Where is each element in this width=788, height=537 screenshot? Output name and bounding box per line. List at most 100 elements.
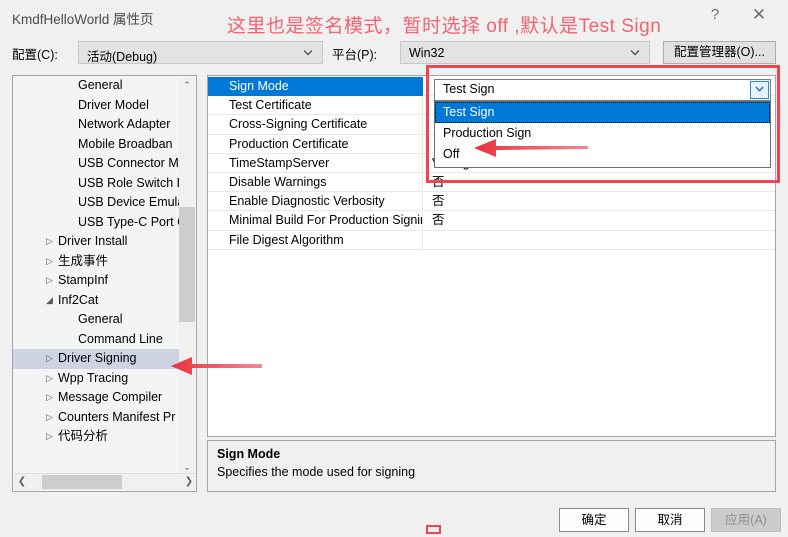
property-name[interactable]: Cross-Signing Certificate — [208, 115, 423, 135]
property-name[interactable]: Disable Warnings — [208, 173, 423, 193]
sidebar-item-生成事件[interactable]: ▷ 生成事件 — [13, 252, 181, 272]
sidebar-item-mobile-broadban[interactable]: Mobile Broadban — [13, 135, 181, 155]
configuration-dropdown[interactable]: 活动(Debug) — [78, 41, 323, 64]
sidebar-item-network-adapter[interactable]: Network Adapter — [13, 115, 181, 135]
ok-button[interactable]: 确定 — [559, 508, 629, 532]
property-value[interactable] — [424, 231, 775, 250]
property-value[interactable]: 否 — [424, 211, 775, 231]
annotation-marker-dot — [426, 525, 441, 534]
sidebar-item-label: USB Role Switch D — [78, 175, 181, 190]
sidebar-item-label: Network Adapter — [78, 117, 171, 131]
table-row[interactable]: File Digest Algorithm — [208, 230, 775, 250]
tree-horizontal-scrollbar[interactable]: ❮ ❯ — [14, 473, 196, 490]
sidebar-item-label: Command Line — [78, 331, 163, 346]
sidebar-item-stampinf[interactable]: ▷ StampInf — [13, 271, 181, 291]
collapse-arrow-icon[interactable]: ◢ — [44, 291, 55, 311]
sidebar-item-label: 生成事件 — [58, 253, 109, 268]
property-name[interactable]: Minimal Build For Production Signing — [208, 211, 423, 231]
configuration-value: 活动(Debug) — [87, 50, 158, 64]
sidebar-item-general[interactable]: General — [13, 76, 181, 96]
annotation-note: 这里也是签名模式，暂时选择 off ,默认是Test Sign — [227, 16, 662, 37]
sidebar-item-label: StampInf — [58, 273, 109, 287]
description-text: Specifies the mode used for signing — [217, 465, 416, 479]
window-title: KmdfHelloWorld 属性页 — [12, 12, 154, 27]
description-title: Sign Mode — [217, 447, 281, 461]
platform-dropdown[interactable]: Win32 — [400, 41, 650, 64]
expand-arrow-icon[interactable]: ▷ — [44, 427, 55, 447]
sidebar-item-label: Mobile Broadban — [78, 136, 173, 151]
configuration-bar: 配置(C): 活动(Debug) 平台(P): Win32 配置管理器(O)..… — [0, 33, 788, 69]
scroll-up-icon[interactable]: ⌃ — [179, 77, 195, 93]
expand-arrow-icon[interactable]: ▷ — [44, 369, 55, 389]
sidebar-item-driver-signing[interactable]: ▷ Driver Signing — [13, 349, 181, 369]
close-icon[interactable]: ✕ — [742, 0, 776, 30]
expand-arrow-icon[interactable]: ▷ — [44, 408, 55, 428]
table-row[interactable]: Enable Diagnostic Verbosity 否 — [208, 192, 775, 212]
chevron-down-icon[interactable] — [750, 81, 769, 99]
cancel-button[interactable]: 取消 — [635, 508, 705, 532]
property-name[interactable]: File Digest Algorithm — [208, 230, 423, 250]
sign-mode-value-dropdown[interactable]: Test Sign — [434, 79, 771, 101]
tree-vertical-scroll-thumb[interactable] — [179, 207, 195, 322]
platform-label: 平台(P): — [332, 48, 378, 62]
sign-mode-current-value: Test Sign — [443, 82, 495, 96]
sidebar-item-代码分析[interactable]: ▷ 代码分析 — [13, 427, 181, 447]
sidebar-item-usb-device-emula[interactable]: USB Device Emula — [13, 193, 181, 213]
sidebar-item-label: Driver Model — [78, 97, 149, 112]
sidebar-item-label: USB Type-C Port C — [78, 214, 181, 229]
sidebar-item-general[interactable]: General — [13, 310, 181, 330]
sidebar-item-label: General — [78, 312, 123, 326]
property-name[interactable]: TimeStampServer — [208, 153, 423, 173]
sidebar-item-driver-model[interactable]: Driver Model — [13, 96, 181, 116]
property-name[interactable]: Test Certificate — [208, 96, 423, 116]
table-row[interactable]: Minimal Build For Production Signing 否 — [208, 211, 775, 231]
sidebar-item-label: Driver Signing — [58, 351, 137, 365]
configuration-label: 配置(C): — [12, 48, 58, 62]
sidebar-item-driver-install[interactable]: ▷ Driver Install — [13, 232, 181, 252]
sidebar-item-label: USB Connector M — [78, 156, 179, 170]
sidebar-item-label: Message Compiler — [58, 390, 163, 404]
sidebar-item-label: General — [78, 78, 123, 92]
property-value[interactable]: 否 — [424, 192, 775, 212]
scroll-right-icon[interactable]: ❯ — [181, 474, 196, 490]
settings-tree-panel: General Driver Model Network Adapter Mobile… — [12, 75, 197, 492]
dropdown-option[interactable]: Test Sign — [435, 102, 770, 123]
help-icon[interactable]: ? — [698, 0, 732, 30]
expand-arrow-icon[interactable]: ▷ — [44, 252, 55, 272]
annotation-arrow-to-driver-signing — [171, 357, 262, 375]
settings-tree[interactable]: General Driver Model Network Adapter Mobile… — [13, 76, 181, 474]
sidebar-item-label: Counters Manifest Pr — [58, 409, 176, 424]
annotation-arrow-to-off-option — [474, 139, 588, 157]
expand-arrow-icon[interactable]: ▷ — [44, 388, 55, 408]
expand-arrow-icon[interactable]: ▷ — [44, 349, 55, 369]
apply-button: 应用(A) — [711, 508, 781, 532]
property-value[interactable]: 否 — [424, 173, 775, 193]
sidebar-item-label: Wpp Tracing — [58, 370, 129, 385]
property-name[interactable]: Enable Diagnostic Verbosity — [208, 192, 423, 212]
sidebar-item-label: Driver Install — [58, 234, 128, 248]
chevron-down-icon — [628, 45, 642, 59]
scroll-left-icon[interactable]: ❮ — [14, 474, 30, 490]
property-name[interactable]: Sign Mode — [208, 77, 423, 97]
table-row[interactable]: Disable Warnings 否 — [208, 173, 775, 193]
sidebar-item-label: Inf2Cat — [58, 292, 99, 307]
sidebar-item-counters-manifest-pr[interactable]: ▷ Counters Manifest Pr — [13, 408, 181, 428]
sidebar-item-label: 代码分析 — [58, 429, 109, 443]
sidebar-item-wpp-tracing[interactable]: ▷ Wpp Tracing — [13, 369, 181, 389]
sidebar-item-inf2cat[interactable]: ◢ Inf2Cat — [13, 291, 181, 311]
sidebar-item-usb-type-c-port-c[interactable]: USB Type-C Port C — [13, 213, 181, 233]
tree-horizontal-scroll-thumb[interactable] — [42, 475, 122, 489]
property-description-panel: Sign Mode Specifies the mode used for si… — [207, 440, 776, 492]
sidebar-item-command-line[interactable]: Command Line — [13, 330, 181, 350]
platform-value: Win32 — [409, 46, 445, 60]
expand-arrow-icon[interactable]: ▷ — [44, 232, 55, 252]
sidebar-item-label: USB Device Emula — [78, 195, 181, 209]
configuration-manager-button[interactable]: 配置管理器(O)... — [663, 41, 776, 64]
chevron-down-icon — [301, 45, 315, 59]
sidebar-item-usb-connector-m[interactable]: USB Connector M — [13, 154, 181, 174]
sidebar-item-message-compiler[interactable]: ▷ Message Compiler — [13, 388, 181, 408]
expand-arrow-icon[interactable]: ▷ — [44, 271, 55, 291]
sidebar-item-usb-role-switch-d[interactable]: USB Role Switch D — [13, 174, 181, 194]
tree-vertical-scrollbar[interactable]: ⌃ ⌄ — [179, 77, 195, 475]
property-name[interactable]: Production Certificate — [208, 134, 423, 154]
